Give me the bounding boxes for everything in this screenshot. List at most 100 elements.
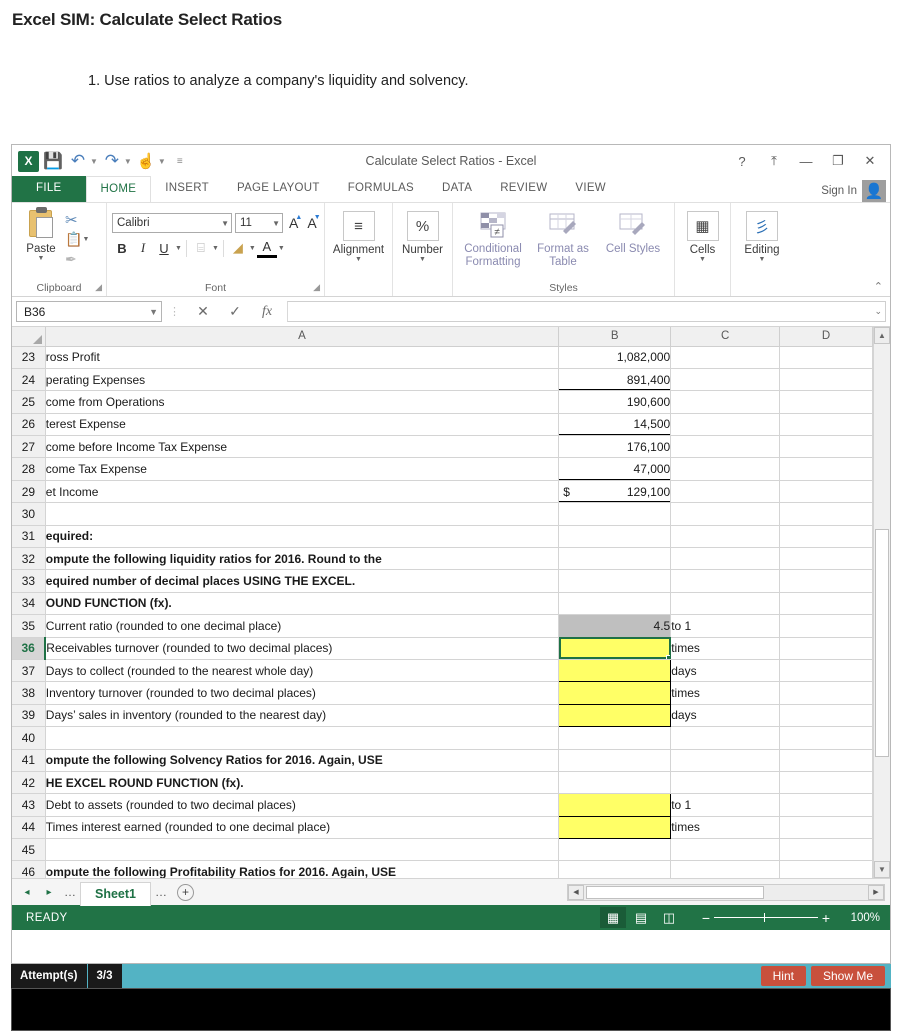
tab-home[interactable]: HOME bbox=[86, 176, 152, 202]
tab-formulas[interactable]: FORMULAS bbox=[334, 176, 428, 202]
row-header-27[interactable]: 27 bbox=[12, 436, 45, 458]
cell-C25[interactable] bbox=[671, 391, 780, 413]
cell-C31[interactable] bbox=[671, 525, 780, 547]
undo-icon[interactable]: ↶ bbox=[67, 150, 89, 172]
cell-D39[interactable] bbox=[780, 704, 873, 726]
row-header-40[interactable]: 40 bbox=[12, 727, 45, 749]
tab-view[interactable]: VIEW bbox=[561, 176, 620, 202]
cell-C44[interactable]: times bbox=[671, 816, 780, 838]
underline-dropdown-icon[interactable]: ▼ bbox=[175, 245, 182, 252]
cell-C41[interactable] bbox=[671, 749, 780, 771]
column-header-b[interactable]: B bbox=[559, 327, 671, 346]
vertical-scroll-track[interactable] bbox=[874, 344, 890, 861]
font-size-dropdown-icon[interactable]: ▼ bbox=[268, 219, 280, 228]
scroll-right-icon[interactable]: ▶ bbox=[868, 885, 884, 900]
font-name-dropdown-icon[interactable]: ▼ bbox=[217, 219, 229, 228]
cell-B35[interactable]: 4.5 bbox=[559, 615, 671, 637]
horizontal-scroll-thumb[interactable] bbox=[586, 886, 764, 899]
cell-C30[interactable] bbox=[671, 503, 780, 525]
cell-A40[interactable] bbox=[45, 727, 558, 749]
cell-C42[interactable] bbox=[671, 771, 780, 793]
increase-font-size-button[interactable]: A▲ bbox=[286, 215, 301, 231]
ribbon-display-options-icon[interactable]: ⤒ bbox=[758, 148, 790, 174]
cell-B42[interactable] bbox=[559, 771, 671, 793]
column-header-c[interactable]: C bbox=[671, 327, 780, 346]
zoom-in-icon[interactable]: + bbox=[818, 910, 834, 926]
cell-B37[interactable] bbox=[559, 659, 671, 681]
redo-dropdown-icon[interactable]: ▼ bbox=[124, 157, 132, 166]
row-header-25[interactable]: 25 bbox=[12, 391, 45, 413]
row-header-38[interactable]: 38 bbox=[12, 682, 45, 704]
cut-button[interactable]: ✂ bbox=[65, 210, 89, 229]
borders-button[interactable]: ⌸ bbox=[191, 238, 211, 258]
row-header-41[interactable]: 41 bbox=[12, 749, 45, 771]
font-color-button[interactable]: A bbox=[257, 238, 277, 258]
show-me-button[interactable]: Show Me bbox=[811, 966, 885, 986]
cell-D43[interactable] bbox=[780, 794, 873, 816]
cell-B32[interactable] bbox=[559, 548, 671, 570]
restore-icon[interactable]: ❐ bbox=[822, 148, 854, 174]
cell-B31[interactable] bbox=[559, 525, 671, 547]
sheet-tabs-right-ellipsis[interactable]: … bbox=[151, 885, 171, 899]
cell-B30[interactable] bbox=[559, 503, 671, 525]
fill-color-dropdown-icon[interactable]: ▼ bbox=[249, 245, 256, 252]
cell-A29[interactable]: et Income bbox=[45, 480, 558, 502]
cell-A36[interactable]: Receivables turnover (rounded to two dec… bbox=[45, 637, 558, 659]
cell-D28[interactable] bbox=[780, 458, 873, 480]
cell-A32[interactable]: ompute the following liquidity ratios fo… bbox=[45, 548, 558, 570]
zoom-track[interactable] bbox=[714, 917, 818, 918]
cell-C40[interactable] bbox=[671, 727, 780, 749]
cell-D46[interactable] bbox=[780, 861, 873, 878]
conditional-formatting-button[interactable]: ≠ Conditional Formatting bbox=[458, 207, 528, 268]
undo-dropdown-icon[interactable]: ▼ bbox=[90, 157, 98, 166]
row-header-37[interactable]: 37 bbox=[12, 659, 45, 681]
row-header-43[interactable]: 43 bbox=[12, 794, 45, 816]
cell-C43[interactable]: to 1 bbox=[671, 794, 780, 816]
cell-D24[interactable] bbox=[780, 368, 873, 390]
zoom-level[interactable]: 100% bbox=[844, 912, 884, 924]
row-header-31[interactable]: 31 bbox=[12, 525, 45, 547]
cells-button[interactable]: ▦ Cells ▼ bbox=[680, 207, 725, 263]
formula-input[interactable]: ⌄ bbox=[287, 301, 886, 322]
cell-A23[interactable]: ross Profit bbox=[45, 346, 558, 368]
cell-C37[interactable]: days bbox=[671, 659, 780, 681]
touch-mode-icon[interactable]: ☝ bbox=[135, 150, 157, 172]
cell-B39[interactable] bbox=[559, 704, 671, 726]
cell-D25[interactable] bbox=[780, 391, 873, 413]
alignment-button[interactable]: ≡ Alignment ▼ bbox=[330, 207, 387, 263]
cell-C39[interactable]: days bbox=[671, 704, 780, 726]
cell-D31[interactable] bbox=[780, 525, 873, 547]
cell-C29[interactable] bbox=[671, 480, 780, 502]
minimize-icon[interactable]: — bbox=[790, 148, 822, 174]
tab-file[interactable]: FILE bbox=[12, 176, 86, 202]
font-color-dropdown-icon[interactable]: ▼ bbox=[278, 245, 285, 252]
cell-A25[interactable]: come from Operations bbox=[45, 391, 558, 413]
row-header-26[interactable]: 26 bbox=[12, 413, 45, 435]
alignment-dropdown-icon[interactable]: ▼ bbox=[355, 256, 362, 263]
tab-page-layout[interactable]: PAGE LAYOUT bbox=[223, 176, 334, 202]
cancel-entry-icon[interactable]: ✕ bbox=[187, 303, 219, 320]
row-header-42[interactable]: 42 bbox=[12, 771, 45, 793]
cell-B23[interactable]: 1,082,000 bbox=[559, 346, 671, 368]
cell-D30[interactable] bbox=[780, 503, 873, 525]
cell-A41[interactable]: ompute the following Solvency Ratios for… bbox=[45, 749, 558, 771]
underline-button[interactable]: U bbox=[154, 238, 174, 258]
row-header-39[interactable]: 39 bbox=[12, 704, 45, 726]
cell-A26[interactable]: terest Expense bbox=[45, 413, 558, 435]
row-header-24[interactable]: 24 bbox=[12, 368, 45, 390]
cell-B36[interactable] bbox=[559, 637, 671, 659]
scroll-up-icon[interactable]: ▲ bbox=[874, 327, 890, 344]
row-header-34[interactable]: 34 bbox=[12, 592, 45, 614]
cell-A46[interactable]: ompute the following Profitability Ratio… bbox=[45, 861, 558, 878]
sign-in-area[interactable]: Sign In 👤 bbox=[821, 180, 890, 202]
number-dropdown-icon[interactable]: ▼ bbox=[419, 256, 426, 263]
collapse-ribbon-icon[interactable]: ⌃ bbox=[874, 280, 883, 293]
tab-review[interactable]: REVIEW bbox=[486, 176, 561, 202]
copy-button[interactable]: 📋▼ bbox=[65, 230, 89, 249]
column-header-a[interactable]: A bbox=[45, 327, 558, 346]
next-sheet-icon[interactable]: ▸ bbox=[38, 887, 60, 898]
cell-B28[interactable]: 47,000 bbox=[559, 458, 671, 480]
sheet-tab-sheet1[interactable]: Sheet1 bbox=[80, 882, 151, 906]
sheet-tabs-left-ellipsis[interactable]: … bbox=[60, 885, 80, 899]
cell-C32[interactable] bbox=[671, 548, 780, 570]
